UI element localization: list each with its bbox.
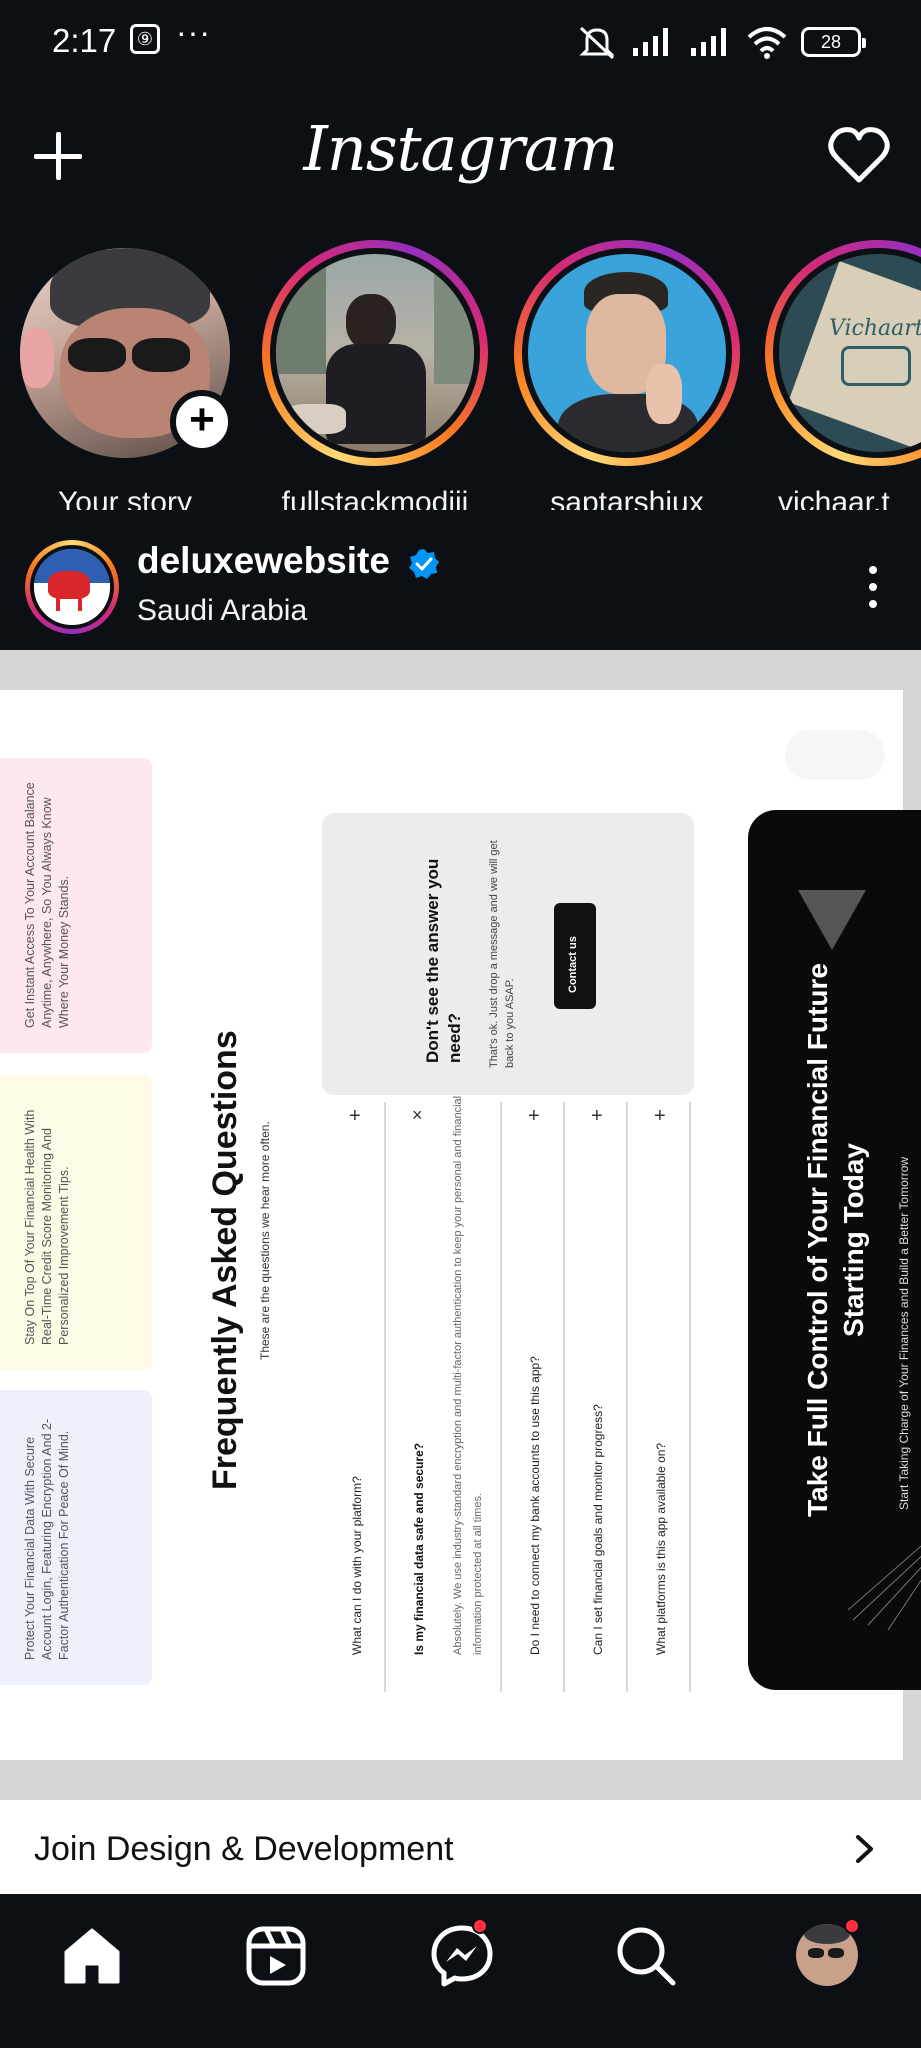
- story-saptarshiux[interactable]: saptarshiux: [507, 240, 747, 510]
- faq-subtitle: These are the questions we hear more oft…: [258, 1121, 272, 1360]
- chevron-right-icon: [856, 1835, 873, 1863]
- sim-card-icon: ⑨: [130, 24, 160, 54]
- join-bar[interactable]: Join Design & Development: [0, 1800, 921, 1894]
- triangle-icon: [798, 890, 866, 950]
- story-label: saptarshiux: [550, 486, 704, 510]
- faq-expand-icon[interactable]: +: [528, 1105, 540, 1128]
- story-avatar: [276, 254, 474, 452]
- faq-expand-icon[interactable]: +: [591, 1105, 603, 1128]
- status-icons: 28: [577, 22, 866, 62]
- faq-expand-icon[interactable]: +: [349, 1105, 361, 1128]
- mute-icon: [579, 26, 615, 60]
- faq-title: Frequently Asked Questions: [206, 1030, 244, 1490]
- feature-text: Stay On Top Of Your Financial Health Wit…: [23, 1109, 71, 1345]
- post-location[interactable]: Saudi Arabia: [137, 594, 307, 628]
- story-label: fullstackmodiji: [281, 486, 469, 510]
- cta-subtitle: Start Taking Charge of Your Finances and…: [897, 1156, 911, 1510]
- faq-question[interactable]: Do I need to connect my bank accounts to…: [528, 1356, 542, 1655]
- contact-text: That's ok. Just drop a message and we wi…: [488, 840, 516, 1068]
- story-avatar: [528, 254, 726, 452]
- battery-icon: 28: [801, 27, 866, 57]
- messenger-icon: [431, 1925, 493, 1987]
- faq-question[interactable]: Is my financial data safe and secure?: [412, 1443, 426, 1655]
- faq-answer: Absolutely. We use industry-standard enc…: [452, 1095, 484, 1655]
- bottom-nav: [0, 1894, 921, 2048]
- post-avatar[interactable]: [25, 540, 119, 634]
- story-avatar: Vichaarti: [779, 254, 921, 452]
- post-header: deluxewebsite Saudi Arabia: [0, 530, 921, 650]
- home-icon[interactable]: [60, 1924, 124, 1988]
- feature-card-balance: Get Instant Access To Your Account Balan…: [0, 758, 152, 1053]
- slide-pill: [785, 730, 885, 780]
- heart-icon[interactable]: [827, 124, 891, 188]
- faq-question[interactable]: What platforms is this app available on?: [654, 1443, 668, 1655]
- notification-dot: [472, 1918, 488, 1934]
- status-bar: 2:17 ⑨ ··· 28: [0, 0, 921, 86]
- contact-heading: Don't see the answer you need?: [423, 858, 464, 1063]
- story-fullstackmodiji[interactable]: fullstackmodiji: [255, 240, 495, 510]
- story-your-story[interactable]: + Your story: [5, 240, 245, 510]
- status-dots: ···: [176, 14, 211, 50]
- contact-us-button[interactable]: Contact us: [554, 903, 596, 1009]
- faq-question[interactable]: Can I set financial goals and monitor pr…: [591, 1404, 605, 1655]
- cta-card: Take Full Control of Your Financial Futu…: [748, 810, 921, 1690]
- post-slide: Get Instant Access To Your Account Balan…: [0, 690, 921, 1760]
- contact-button-label: Contact us: [567, 936, 579, 993]
- signal-icon: [633, 28, 668, 56]
- add-story-icon[interactable]: +: [170, 390, 234, 454]
- post-username[interactable]: deluxewebsite: [137, 540, 390, 582]
- vichaar-logo-text: Vichaarti: [829, 316, 921, 341]
- feature-text: Protect Your Financial Data With Secure …: [23, 1418, 71, 1660]
- messenger-button[interactable]: [430, 1918, 494, 1988]
- top-bar: Instagram: [0, 100, 921, 210]
- story-label: Your story: [58, 486, 192, 510]
- join-label: Join Design & Development: [34, 1830, 454, 1868]
- post-image[interactable]: Get Instant Access To Your Account Balan…: [0, 650, 921, 1800]
- signal-icon-2: [691, 28, 726, 56]
- faq-collapse-icon[interactable]: ×: [412, 1105, 423, 1126]
- feature-card-credit: Stay On Top Of Your Financial Health Wit…: [0, 1075, 152, 1370]
- contact-box: Don't see the answer you need? That's ok…: [322, 813, 694, 1095]
- feature-text: Get Instant Access To Your Account Balan…: [23, 782, 71, 1028]
- faq-expand-icon[interactable]: +: [654, 1105, 666, 1128]
- status-time: 2:17: [52, 22, 117, 59]
- faq-question[interactable]: What can I do with your platform?: [350, 1476, 364, 1655]
- notification-dot: [844, 1918, 860, 1934]
- story-vichaar[interactable]: Vichaarti vichaar.t: [758, 240, 921, 510]
- story-label: vichaar.t: [778, 486, 890, 510]
- decorative-lines: [848, 1545, 921, 1630]
- wifi-icon: [747, 27, 787, 59]
- instagram-logo: Instagram: [303, 112, 618, 185]
- stories-tray: + Your story fullstackmodiji saptarshiux…: [0, 240, 921, 510]
- search-icon[interactable]: [614, 1924, 678, 1988]
- feature-card-security: Protect Your Financial Data With Secure …: [0, 1390, 152, 1685]
- profile-button[interactable]: [796, 1918, 860, 1988]
- more-options-icon[interactable]: [867, 566, 879, 616]
- verified-badge-icon: [409, 549, 439, 579]
- cta-title: Take Full Control of Your Financial Futu…: [802, 963, 869, 1517]
- reels-icon[interactable]: [244, 1924, 308, 1988]
